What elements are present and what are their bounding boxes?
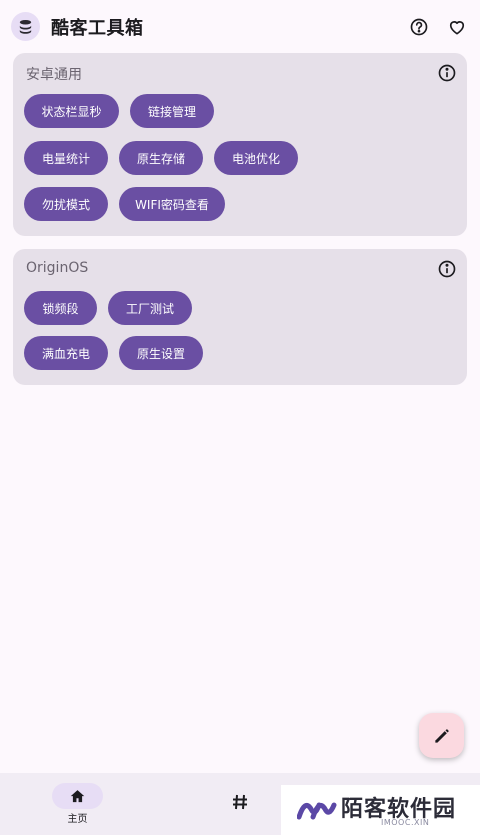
section-title: OriginOS xyxy=(26,260,89,276)
info-icon[interactable] xyxy=(437,63,457,83)
watermark: 陌客软件园 IMOOC.XIN xyxy=(281,785,480,835)
edit-fab[interactable] xyxy=(419,713,464,758)
top-app-bar: 酷客工具箱 xyxy=(0,0,480,54)
nav-home-label: 主页 xyxy=(67,814,88,825)
wifi-password-button[interactable]: WIFI密码查看 xyxy=(119,187,225,221)
stack-icon xyxy=(11,12,40,41)
factory-test-button[interactable]: 工厂测试 xyxy=(108,291,192,325)
app-title: 酷客工具箱 xyxy=(51,18,144,39)
info-icon[interactable] xyxy=(437,259,457,279)
watermark-subtitle: IMOOC.XIN xyxy=(381,818,430,827)
hash-icon[interactable] xyxy=(228,790,252,814)
battery-optimization-button[interactable]: 电池优化 xyxy=(214,141,298,175)
nav-home[interactable] xyxy=(52,783,103,809)
help-circle-icon[interactable] xyxy=(408,16,430,38)
link-management-button[interactable]: 链接管理 xyxy=(130,94,214,128)
watermark-logo xyxy=(297,802,337,820)
native-settings-button[interactable]: 原生设置 xyxy=(119,336,203,370)
section-title: 安卓通用 xyxy=(26,67,82,83)
native-storage-button[interactable]: 原生存储 xyxy=(119,141,203,175)
section-card-originos: OriginOS 锁频段 工厂测试 满血充电 原生设置 xyxy=(13,249,467,385)
lock-band-button[interactable]: 锁频段 xyxy=(24,291,97,325)
heart-icon[interactable] xyxy=(446,16,468,38)
do-not-disturb-button[interactable]: 勿扰模式 xyxy=(24,187,108,221)
status-bar-seconds-button[interactable]: 状态栏显秒 xyxy=(24,94,119,128)
battery-stats-button[interactable]: 电量统计 xyxy=(24,141,108,175)
full-charge-button[interactable]: 满血充电 xyxy=(24,336,108,370)
pencil-icon xyxy=(434,728,449,743)
section-card-android: 安卓通用 状态栏显秒 链接管理 电量统计 原生存储 电池优化 勿扰模式 WIFI… xyxy=(13,53,467,236)
home-icon xyxy=(70,789,85,802)
